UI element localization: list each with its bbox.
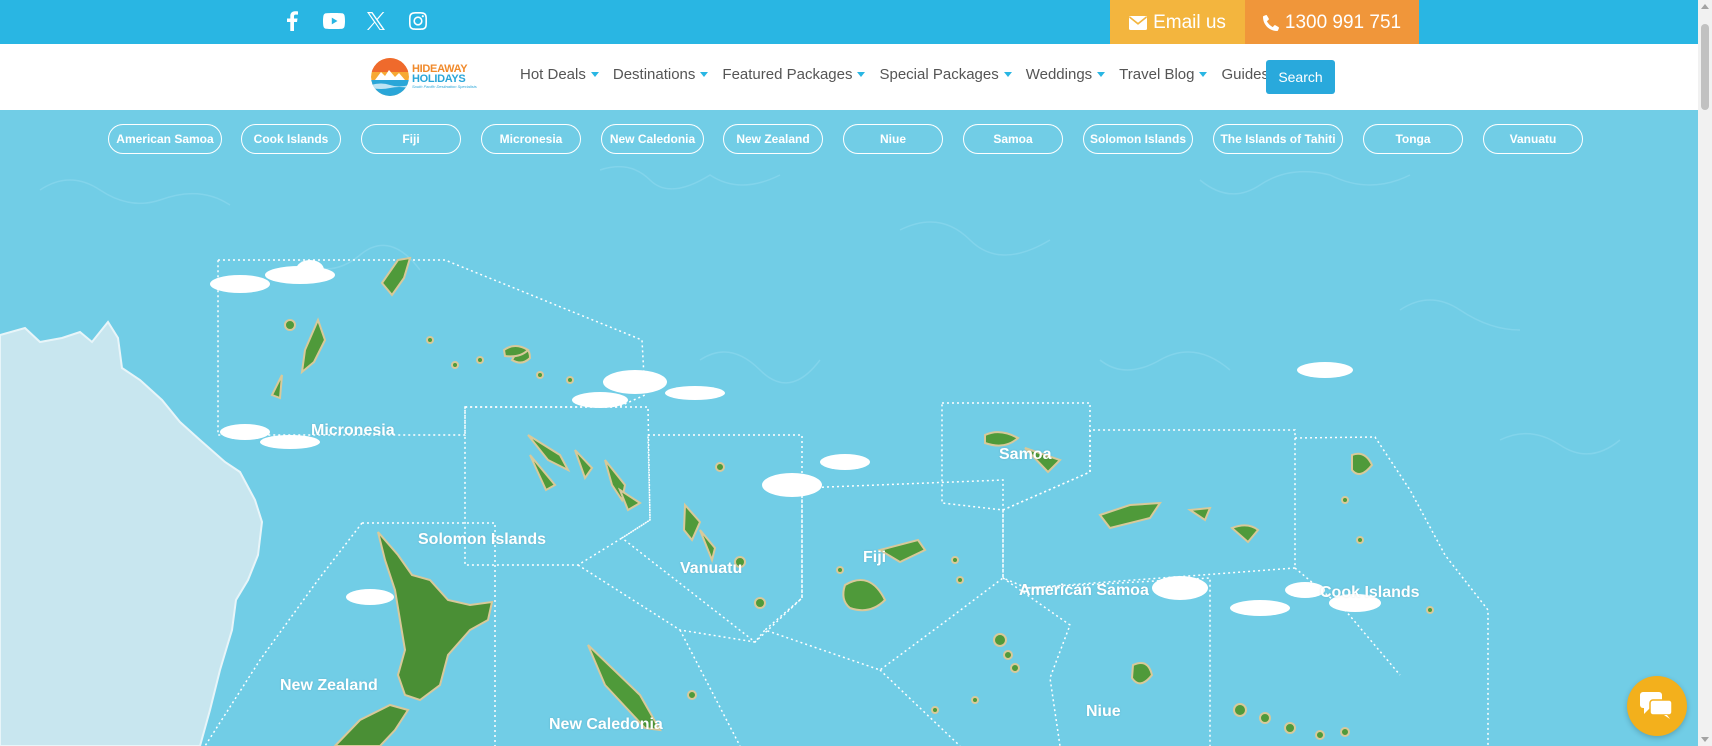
pacific-map: American Samoa Cook Islands Fiji Microne… (0, 110, 1698, 746)
nav-item-travel-blog[interactable]: Travel Blog (1119, 66, 1208, 83)
nav-item-label: Hot Deals (520, 66, 586, 83)
pill-micronesia[interactable]: Micronesia (481, 124, 581, 154)
nav-item-label: Special Packages (879, 66, 999, 83)
nav-item-weddings[interactable]: Weddings (1025, 66, 1106, 83)
live-chat-button[interactable] (1627, 676, 1687, 736)
region-label-new-caledonia[interactable]: New Caledonia (549, 716, 663, 734)
nav-item-label: Guides (1221, 66, 1270, 83)
phone-button[interactable]: 1300 991 751 (1245, 0, 1419, 45)
caret-down-icon (1003, 72, 1012, 77)
caret-down-icon (590, 72, 599, 77)
facebook-icon[interactable] (280, 8, 304, 34)
region-label-cook-islands[interactable]: Cook Islands (1320, 584, 1420, 602)
caret-down-icon (857, 72, 866, 77)
destination-pills: American Samoa Cook Islands Fiji Microne… (0, 124, 1698, 154)
pill-american-samoa[interactable]: American Samoa (108, 124, 222, 154)
logo-line2: HOLIDAYS (412, 73, 466, 85)
scroll-thumb[interactable] (1701, 24, 1709, 110)
page-scrollbar[interactable] (1698, 0, 1712, 746)
youtube-icon[interactable] (322, 8, 346, 34)
region-borders (204, 259, 1489, 746)
region-label-vanuatu[interactable]: Vanuatu (680, 560, 742, 578)
instagram-icon[interactable] (406, 8, 430, 34)
pill-new-zealand[interactable]: New Zealand (723, 124, 823, 154)
envelope-icon (1129, 15, 1148, 30)
region-label-fiji[interactable]: Fiji (863, 549, 886, 567)
pill-solomon-islands[interactable]: Solomon Islands (1083, 124, 1193, 154)
social-links (280, 8, 430, 34)
logo-tagline: South Pacific Destination Specialists (412, 84, 477, 89)
nav-item-featured-packages[interactable]: Featured Packages (722, 66, 866, 83)
email-us-label: Email us (1153, 11, 1226, 33)
water-texture (19, 165, 1621, 455)
top-bar: Email us 1300 991 751 (0, 0, 1698, 45)
pill-vanuatu[interactable]: Vanuatu (1483, 124, 1583, 154)
nav-item-label: Featured Packages (722, 66, 853, 83)
pill-samoa[interactable]: Samoa (963, 124, 1063, 154)
scroll-up-arrow-icon[interactable] (1701, 4, 1709, 9)
phone-icon (1262, 14, 1279, 31)
email-us-button[interactable]: Email us (1110, 0, 1245, 45)
region-label-samoa[interactable]: Samoa (999, 446, 1051, 464)
islands (270, 256, 1434, 746)
pill-tonga[interactable]: Tonga (1363, 124, 1463, 154)
map-artwork (0, 165, 1621, 746)
region-label-american-samoa[interactable]: American Samoa (1019, 582, 1149, 600)
nav-menu: Hot Deals Destinations Featured Packages… (520, 66, 1296, 83)
region-label-micronesia[interactable]: Micronesia (311, 422, 395, 440)
nav-item-label: Destinations (612, 66, 696, 83)
region-label-new-zealand[interactable]: New Zealand (280, 677, 378, 695)
caret-down-icon (1097, 72, 1106, 77)
nav-item-special-packages[interactable]: Special Packages (879, 66, 1012, 83)
nav-item-destinations[interactable]: Destinations (613, 66, 709, 83)
nav-item-hot-deals[interactable]: Hot Deals (520, 66, 599, 83)
region-label-solomon-islands[interactable]: Solomon Islands (418, 531, 546, 549)
hideaway-holidays-logo[interactable]: HIDEAWAY HOLIDAYS South Pacific Destinat… (371, 57, 479, 97)
pill-niue[interactable]: Niue (843, 124, 943, 154)
phone-number: 1300 991 751 (1284, 11, 1402, 33)
pill-cook-islands[interactable]: Cook Islands (241, 124, 341, 154)
australia-landmass (0, 320, 264, 746)
region-label-niue[interactable]: Niue (1086, 703, 1121, 721)
main-nav: HIDEAWAY HOLIDAYS South Pacific Destinat… (0, 44, 1698, 110)
logo-wordmark: HIDEAWAY HOLIDAYS South Pacific Destinat… (412, 64, 477, 90)
caret-down-icon (1199, 72, 1208, 77)
x-icon[interactable] (364, 8, 388, 34)
logo-sun-mark (371, 58, 409, 96)
search-button[interactable]: Search (1266, 60, 1335, 94)
pill-the-islands-of-tahiti[interactable]: The Islands of Tahiti (1213, 124, 1343, 154)
chat-icon (1640, 692, 1673, 719)
nav-item-label: Travel Blog (1119, 66, 1195, 83)
pill-new-caledonia[interactable]: New Caledonia (601, 124, 704, 154)
pill-fiji[interactable]: Fiji (361, 124, 461, 154)
scroll-down-arrow-icon[interactable] (1701, 737, 1709, 742)
nav-item-label: Weddings (1025, 66, 1093, 83)
caret-down-icon (700, 72, 709, 77)
